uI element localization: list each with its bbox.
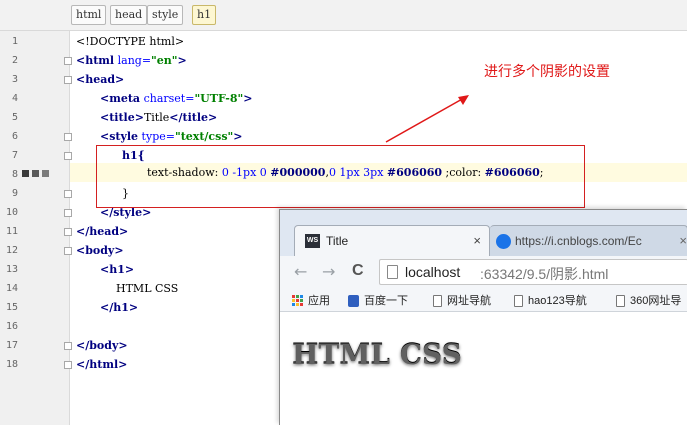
tab-cnblogs[interactable]: https://i.cnblogs.com/Ec ×: [490, 225, 687, 256]
change-markers: [22, 167, 52, 177]
code-line-18: </html>: [76, 358, 128, 371]
bookmark-apps[interactable]: 应用: [292, 292, 330, 308]
editor-gutter: 1 2 3 4 5 6 7 8 9 10 11 12 13 14 15 16 1…: [0, 31, 72, 425]
code-line-6: <style type="text/css">: [100, 130, 243, 143]
line-number: 11: [5, 226, 18, 237]
line-number: 4: [11, 93, 18, 104]
breadcrumb-style[interactable]: style: [147, 5, 184, 25]
line-number: 14: [5, 283, 18, 294]
tab-cnblogs-label: https://i.cnblogs.com/Ec: [515, 234, 642, 248]
code-line-2: <html lang="en">: [76, 54, 187, 67]
url-host: localhost: [405, 264, 461, 280]
globe-icon: [496, 234, 511, 249]
address-bar[interactable]: localhost :63342/9.5/阴影.html: [379, 259, 687, 285]
forward-arrow-icon[interactable]: →: [322, 262, 335, 281]
page-icon: [387, 265, 398, 279]
page-icon: [514, 295, 523, 308]
bookmark-360[interactable]: 360网址导: [616, 292, 681, 308]
webstorm-icon: WS: [305, 234, 320, 248]
line-number: 10: [5, 207, 18, 218]
line-number: 16: [5, 321, 18, 332]
apps-icon: [292, 295, 303, 308]
bookmark-nav[interactable]: 网址导航: [433, 292, 491, 308]
code-line-12: <body>: [76, 244, 124, 257]
tab-title[interactable]: WS Title ×: [294, 225, 490, 256]
breadcrumb-head[interactable]: head: [110, 5, 148, 25]
line-number: 7: [11, 150, 18, 161]
line-number: 9: [11, 188, 18, 199]
page-content: HTML CSS: [280, 313, 687, 425]
breadcrumb-h1[interactable]: h1: [192, 5, 217, 25]
close-icon[interactable]: ×: [473, 233, 481, 248]
code-line-5: <title>Title</title>: [100, 111, 218, 124]
code-line-3: <head>: [76, 73, 125, 86]
line-number: 6: [11, 131, 18, 142]
line-number: 17: [5, 340, 18, 351]
line-number: 1: [11, 36, 18, 47]
line-number: 3: [11, 74, 18, 85]
line-number: 5: [11, 112, 18, 123]
rendered-heading: HTML CSS: [292, 338, 462, 371]
line-number: 12: [5, 245, 18, 256]
breadcrumb: html head style h1: [0, 0, 687, 31]
line-number: 18: [5, 359, 18, 370]
code-line-13: <h1>: [100, 263, 135, 276]
bookmark-hao123[interactable]: hao123导航: [514, 292, 587, 308]
annotation-text: 进行多个阴影的设置: [484, 63, 610, 79]
code-line-17: </body>: [76, 339, 128, 352]
annotation-arrow: [385, 95, 469, 143]
line-number: 15: [5, 302, 18, 313]
code-line-15: </h1>: [100, 301, 139, 314]
bookmarks-bar: 应用 百度一下 网址导航 hao123导航 360网址导: [280, 288, 687, 312]
page-icon: [616, 295, 625, 308]
reload-icon[interactable]: C: [352, 262, 364, 280]
tab-title-label: Title: [326, 234, 349, 248]
code-line-11: </head>: [76, 225, 129, 238]
close-icon[interactable]: ×: [679, 233, 687, 248]
code-line-14: HTML CSS: [116, 282, 179, 295]
browser-window: WS Title × https://i.cnblogs.com/Ec × ← …: [279, 209, 687, 425]
code-line-4: <meta charset="UTF-8">: [100, 92, 253, 105]
url-path: :63342/9.5/阴影.html: [480, 266, 609, 282]
bookmark-baidu[interactable]: 百度一下: [348, 292, 408, 308]
line-number: 2: [11, 55, 18, 66]
highlight-box: [96, 145, 585, 208]
browser-toolbar: ← → C localhost :63342/9.5/阴影.html: [280, 256, 687, 288]
tab-strip: WS Title × https://i.cnblogs.com/Ec ×: [280, 210, 687, 256]
breadcrumb-html[interactable]: html: [71, 5, 107, 25]
page-icon: [433, 295, 442, 308]
code-line-1: <!DOCTYPE html>: [76, 35, 185, 48]
line-number: 8: [11, 169, 18, 180]
back-arrow-icon[interactable]: ←: [294, 262, 307, 281]
line-number: 13: [5, 264, 18, 275]
baidu-paw-icon: [348, 295, 359, 308]
